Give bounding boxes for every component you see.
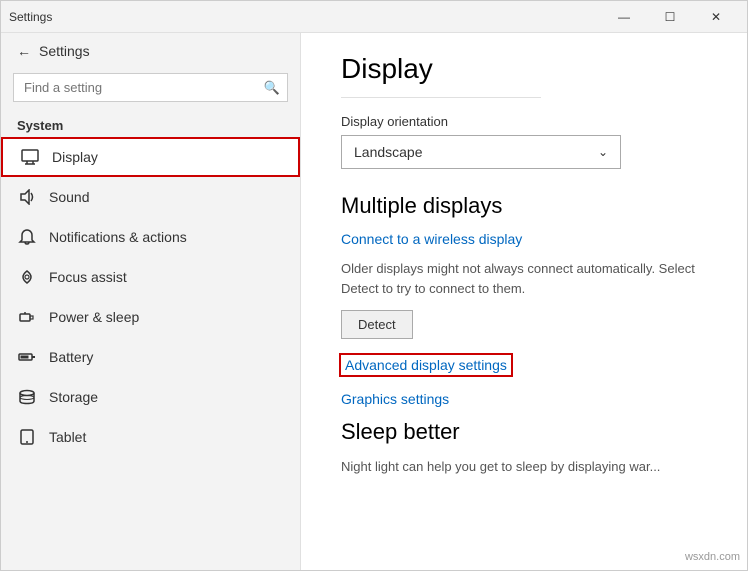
connect-wireless-link[interactable]: Connect to a wireless display <box>341 231 707 247</box>
tablet-icon <box>17 427 37 447</box>
multiple-displays-description: Older displays might not always connect … <box>341 259 707 298</box>
orientation-label: Display orientation <box>341 114 707 129</box>
sidebar-item-notifications-label: Notifications & actions <box>49 229 187 245</box>
sleep-section: Sleep better Night light can help you ge… <box>341 419 707 477</box>
sidebar-item-tablet-label: Tablet <box>49 429 86 445</box>
sidebar-item-display-label: Display <box>52 149 98 165</box>
focus-icon <box>17 267 37 287</box>
close-button[interactable]: ✕ <box>693 1 739 33</box>
minimize-button[interactable]: — <box>601 1 647 33</box>
sidebar-item-sound-label: Sound <box>49 189 89 205</box>
window-controls: — ☐ ✕ <box>601 1 739 33</box>
sidebar-item-power[interactable]: Power & sleep <box>1 297 300 337</box>
divider <box>341 97 541 98</box>
orientation-value: Landscape <box>354 144 423 160</box>
dropdown-arrow-icon: ⌄ <box>598 145 608 159</box>
display-icon <box>20 147 40 167</box>
sidebar-item-focus[interactable]: Focus assist <box>1 257 300 297</box>
maximize-button[interactable]: ☐ <box>647 1 693 33</box>
sleep-description: Night light can help you get to sleep by… <box>341 457 707 477</box>
title-bar: Settings — ☐ ✕ <box>1 1 747 33</box>
sidebar-item-display[interactable]: Display <box>1 137 300 177</box>
sound-icon <box>17 187 37 207</box>
window-title: Settings <box>9 10 52 24</box>
search-icon: 🔍 <box>264 80 280 96</box>
notifications-icon <box>17 227 37 247</box>
sidebar-item-power-label: Power & sleep <box>49 309 139 325</box>
search-input[interactable] <box>13 73 288 102</box>
sidebar-item-focus-label: Focus assist <box>49 269 127 285</box>
page-title: Display <box>341 53 707 85</box>
back-arrow-icon: ← <box>17 43 31 59</box>
detect-button[interactable]: Detect <box>341 310 413 339</box>
sidebar: ← Settings 🔍 System <box>1 33 301 570</box>
sidebar-item-tablet[interactable]: Tablet <box>1 417 300 457</box>
sidebar-item-storage[interactable]: Storage <box>1 377 300 417</box>
sidebar-section-label: System <box>1 110 300 137</box>
main-content: Display Display orientation Landscape ⌄ … <box>301 33 747 570</box>
advanced-display-link[interactable]: Advanced display settings <box>341 355 511 375</box>
back-button[interactable]: ← Settings <box>1 33 300 69</box>
multiple-displays-heading: Multiple displays <box>341 193 707 219</box>
orientation-dropdown[interactable]: Landscape ⌄ <box>341 135 621 169</box>
graphics-settings-link[interactable]: Graphics settings <box>341 391 707 407</box>
sidebar-item-storage-label: Storage <box>49 389 98 405</box>
power-icon <box>17 307 37 327</box>
sidebar-item-battery-label: Battery <box>49 349 93 365</box>
sleep-heading: Sleep better <box>341 419 707 445</box>
sidebar-item-notifications[interactable]: Notifications & actions <box>1 217 300 257</box>
settings-window: Settings — ☐ ✕ ← Settings 🔍 System <box>0 0 748 571</box>
title-bar-left: Settings <box>9 10 52 24</box>
sidebar-item-battery[interactable]: Battery <box>1 337 300 377</box>
battery-icon <box>17 347 37 367</box>
sidebar-app-title: Settings <box>39 43 90 59</box>
search-box: 🔍 <box>13 73 288 102</box>
storage-icon <box>17 387 37 407</box>
content-area: ← Settings 🔍 System <box>1 33 747 570</box>
sidebar-item-sound[interactable]: Sound <box>1 177 300 217</box>
